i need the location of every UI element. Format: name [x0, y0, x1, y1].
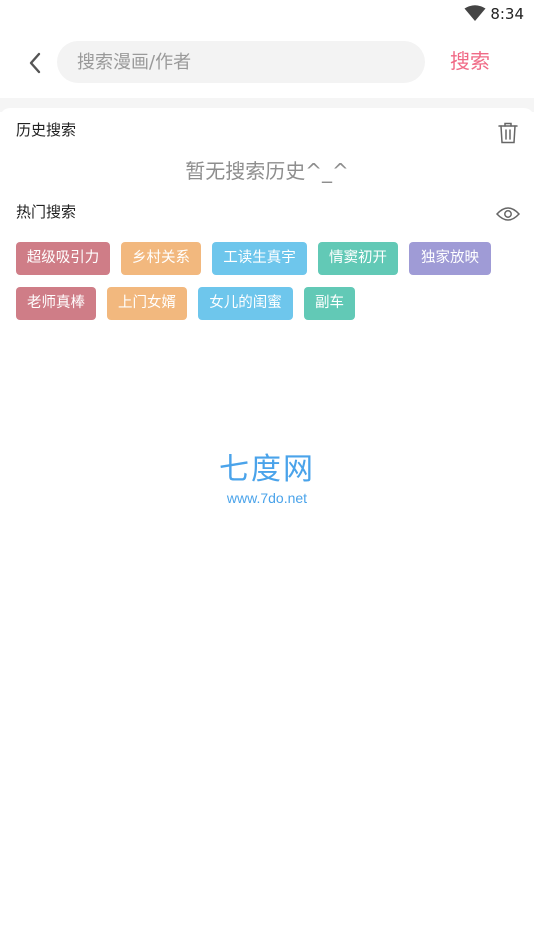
history-title: 历史搜索 — [16, 121, 77, 139]
back-button[interactable] — [20, 48, 50, 78]
hot-tag[interactable]: 老师真棒 — [16, 287, 96, 320]
hot-tag[interactable]: 副车 — [304, 287, 355, 320]
hot-tag[interactable]: 上门女婿 — [107, 287, 187, 320]
search-button[interactable]: 搜索 — [450, 47, 490, 75]
eye-icon[interactable] — [496, 206, 520, 222]
hot-tag[interactable]: 女儿的闺蜜 — [198, 287, 293, 320]
watermark-url: www.7do.net — [226, 490, 308, 506]
hot-tag[interactable]: 超级吸引力 — [16, 242, 110, 275]
wifi-icon — [464, 5, 486, 21]
watermark: 七度网 www.7do.net — [0, 452, 534, 507]
top-bar: 搜索 — [0, 28, 534, 98]
status-bar: 8:34 — [0, 0, 534, 28]
history-empty-text: 暂无搜索历史^_^ — [185, 159, 349, 183]
search-input[interactable] — [57, 41, 425, 83]
status-time: 8:34 — [490, 5, 524, 23]
chevron-left-icon — [29, 52, 41, 74]
hot-tag[interactable]: 独家放映 — [409, 242, 491, 275]
search-content: 历史搜索 暂无搜索历史^_^ 热门搜索 超级吸引力 乡村关系 工读生真宇 情窦初… — [0, 108, 534, 949]
watermark-logo-text: 七度网 — [219, 452, 315, 487]
hot-tag[interactable]: 情窦初开 — [318, 242, 398, 275]
search-box[interactable] — [57, 41, 425, 83]
hot-tag[interactable]: 工读生真宇 — [212, 242, 307, 275]
trash-icon[interactable] — [498, 122, 518, 144]
hot-title: 热门搜索 — [16, 203, 77, 221]
hot-tag[interactable]: 乡村关系 — [121, 242, 201, 275]
